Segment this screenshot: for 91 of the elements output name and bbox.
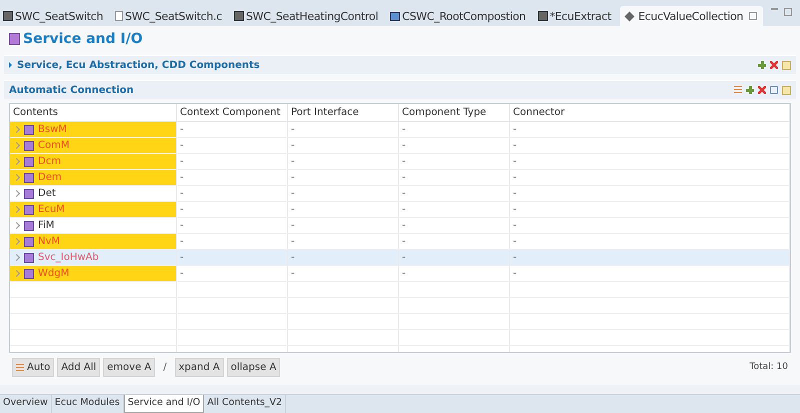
table-cell: -: [180, 140, 184, 151]
table-cell: -: [402, 140, 406, 151]
column-header: Port Interface: [288, 104, 398, 122]
module-name[interactable]: Det: [38, 188, 56, 199]
table-cell: -: [513, 252, 517, 263]
table-row[interactable]: BswM - - - -: [10, 122, 790, 138]
table-cell: -: [291, 156, 295, 167]
table-cell: -: [180, 188, 184, 199]
page-tab[interactable]: All Contents_V2: [204, 395, 286, 413]
table-cell: -: [513, 172, 517, 183]
table-cell: -: [513, 156, 517, 167]
table-cell: -: [180, 172, 184, 183]
table-cell: -: [402, 172, 406, 183]
table-cell: -: [513, 204, 517, 215]
delete-icon[interactable]: [758, 86, 766, 94]
close-icon[interactable]: [749, 12, 758, 20]
table-cell: -: [291, 172, 295, 183]
table-cell: -: [513, 140, 517, 151]
editor-tab[interactable]: *EcuExtract: [534, 6, 620, 26]
action-button[interactable]: Auto: [12, 358, 54, 376]
expand-icon[interactable]: [9, 62, 12, 68]
table-row[interactable]: WdgM - - - -: [10, 266, 790, 282]
component-icon: [538, 11, 548, 21]
component-icon: [3, 11, 13, 21]
table-cell: -: [513, 268, 517, 279]
table-cell: -: [291, 124, 295, 135]
composition-icon: [390, 12, 400, 20]
table-row[interactable]: Svc_IoHwAb - - - -: [10, 250, 790, 266]
table-cell: -: [180, 156, 184, 167]
table-cell: -: [180, 220, 184, 231]
editor-tab[interactable]: SWC_SeatHeatingControl: [230, 6, 388, 26]
table-cell: -: [291, 188, 295, 199]
table-cell: -: [180, 204, 184, 215]
table-row[interactable]: Det - - - -: [10, 186, 790, 202]
table-cell: -: [291, 204, 295, 215]
page-title: Service and I/O: [23, 31, 143, 47]
table-cell: -: [402, 236, 406, 247]
table-row[interactable]: Dcm - - - -: [10, 154, 790, 170]
editor-tab[interactable]: EcucValueCollection: [620, 6, 764, 26]
column-header: Context Component: [176, 104, 288, 122]
separator-text: /: [162, 362, 168, 372]
total-count: Total: 10: [750, 362, 788, 372]
table-cell: -: [513, 220, 517, 231]
table-cell: -: [291, 252, 295, 263]
table-cell: -: [402, 204, 406, 215]
table-cell: -: [402, 124, 406, 135]
edit-icon[interactable]: [782, 60, 791, 70]
editor-tab[interactable]: SWC_SeatSwitch.c: [112, 6, 231, 26]
editor-tab[interactable]: CSWC_RootCompostion: [387, 6, 535, 26]
table-cell: -: [291, 220, 295, 231]
table-row[interactable]: Dem - - - -: [10, 170, 790, 186]
maximize-icon[interactable]: [784, 8, 792, 16]
module-name[interactable]: FiM: [38, 220, 54, 231]
action-button[interactable]: xpand A: [174, 358, 224, 376]
table-row[interactable]: FiM - - - -: [10, 218, 790, 234]
file-icon: [115, 11, 124, 21]
add-icon[interactable]: [758, 61, 766, 69]
module-icon: [9, 33, 20, 45]
table-cell: -: [291, 236, 295, 247]
table-cell: -: [513, 124, 517, 135]
action-button[interactable]: emove A: [103, 358, 156, 376]
table-cell: -: [402, 252, 406, 263]
minimize-icon[interactable]: [771, 8, 778, 10]
action-button[interactable]: Add All: [57, 358, 100, 376]
column-header: Connector: [510, 104, 790, 122]
editor-tab[interactable]: SWC_SeatSwitch: [0, 6, 112, 26]
page-tab[interactable]: Overview: [0, 395, 52, 413]
table-cell: -: [291, 140, 295, 151]
table-cell: -: [180, 236, 184, 247]
refresh-icon[interactable]: [770, 86, 778, 94]
table-cell: -: [513, 236, 517, 247]
page-tab[interactable]: Service and I/O: [124, 395, 204, 413]
table-cell: -: [513, 188, 517, 199]
table-cell: -: [402, 220, 406, 231]
table-cell: -: [180, 268, 184, 279]
table-row[interactable]: ComM - - - -: [10, 138, 790, 154]
table-cell: -: [180, 124, 184, 135]
edit-icon[interactable]: [782, 86, 791, 94]
table-cell: -: [402, 188, 406, 199]
table-cell: -: [291, 268, 295, 279]
column-header: Component Type: [398, 104, 510, 122]
table-cell: -: [402, 156, 406, 167]
table-cell: -: [180, 252, 184, 263]
component-icon: [234, 11, 244, 21]
section-title: Automatic Connection: [9, 84, 134, 96]
add-icon[interactable]: [746, 86, 754, 94]
table-cell: -: [402, 268, 406, 279]
delete-icon[interactable]: [770, 61, 778, 69]
action-button[interactable]: ollapse A: [226, 358, 280, 376]
table-row[interactable]: EcuM - - - -: [10, 202, 790, 218]
section-title: Service, Ecu Abstraction, CDD Components: [17, 60, 260, 70]
